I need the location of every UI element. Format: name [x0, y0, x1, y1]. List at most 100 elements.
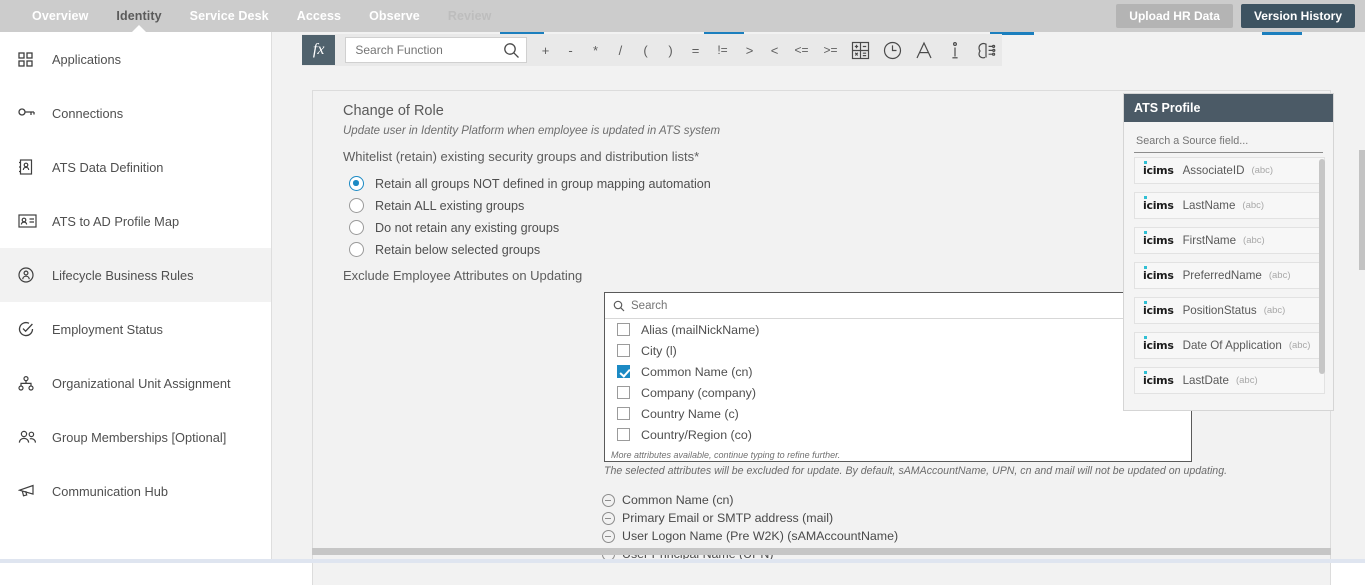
- nav-item-access[interactable]: Access: [283, 0, 355, 32]
- org-tree-icon: [18, 373, 42, 393]
- icims-logo-icon: icims: [1143, 304, 1174, 317]
- ats-field-item[interactable]: icims LastName (abc): [1134, 192, 1325, 219]
- operator-less-equal-button[interactable]: <=: [787, 37, 816, 63]
- sidebar-item-applications[interactable]: Applications: [0, 32, 271, 86]
- ats-field-item[interactable]: icims FirstName (abc): [1134, 227, 1325, 254]
- nav-item-overview[interactable]: Overview: [18, 0, 102, 32]
- radio-label: Retain ALL existing groups: [375, 199, 524, 213]
- nav-item-review[interactable]: Review: [434, 0, 506, 32]
- scrollbar-thumb[interactable]: [312, 548, 1331, 555]
- selected-attribute-item[interactable]: Common Name (cn): [602, 491, 898, 509]
- sidebar-item-ats-data-definition[interactable]: ATS Data Definition: [0, 140, 271, 194]
- operator-divide-button[interactable]: /: [608, 37, 633, 63]
- operator-plus-button[interactable]: +: [533, 37, 558, 63]
- text-icon[interactable]: [908, 36, 939, 64]
- ats-source-search-box[interactable]: [1134, 131, 1323, 153]
- radio-retain-not-defined[interactable]: Retain all groups NOT defined in group m…: [349, 176, 711, 191]
- ats-field-item[interactable]: icims PositionStatus (abc): [1134, 297, 1325, 324]
- info-icon[interactable]: [939, 36, 970, 64]
- ats-field-name: LastDate: [1183, 374, 1229, 387]
- attribute-option[interactable]: Common Name (cn): [605, 361, 1191, 382]
- sidebar-item-connections[interactable]: Connections: [0, 86, 271, 140]
- radio-retain-selected[interactable]: Retain below selected groups: [349, 242, 540, 257]
- ai-brain-icon[interactable]: [971, 36, 1002, 64]
- nav-item-label: Identity: [116, 9, 161, 23]
- version-history-button[interactable]: Version History: [1241, 4, 1355, 28]
- nav-item-service-desk[interactable]: Service Desk: [176, 0, 283, 32]
- operator-multiply-button[interactable]: *: [583, 37, 608, 63]
- remove-icon[interactable]: [602, 512, 615, 525]
- selected-attribute-item[interactable]: Primary Email or SMTP address (mail): [602, 509, 898, 527]
- operator-minus-button[interactable]: -: [558, 37, 583, 63]
- top-navigation-bar: Overview Identity Service Desk Access Ob…: [0, 0, 1365, 32]
- sidebar-item-lifecycle-business-rules[interactable]: Lifecycle Business Rules: [0, 248, 271, 302]
- operator-equals-button[interactable]: =: [683, 37, 708, 63]
- nav-item-observe[interactable]: Observe: [355, 0, 434, 32]
- radio-retain-none[interactable]: Do not retain any existing groups: [349, 220, 559, 235]
- clock-icon[interactable]: [876, 36, 907, 64]
- card-title: Change of Role: [343, 103, 444, 119]
- sidebar-item-label: Group Memberships [Optional]: [52, 430, 226, 445]
- attribute-picker: Alias (mailNickName) City (l) Common Nam…: [604, 292, 1192, 462]
- attribute-option[interactable]: City (l): [605, 340, 1191, 361]
- nav-actions: Upload HR Data Version History: [1116, 0, 1355, 32]
- operator-close-paren-button[interactable]: ): [658, 37, 683, 63]
- sidebar-item-ats-to-ad-profile-map[interactable]: ATS to AD Profile Map: [0, 194, 271, 248]
- radio-retain-all[interactable]: Retain ALL existing groups: [349, 198, 524, 213]
- remove-icon[interactable]: [602, 494, 615, 507]
- attribute-option[interactable]: Company (company): [605, 382, 1191, 403]
- ats-field-item[interactable]: icims Date Of Application (abc): [1134, 332, 1325, 359]
- search-icon[interactable]: [503, 42, 520, 59]
- icims-logo-icon: icims: [1143, 269, 1174, 282]
- attribute-option[interactable]: Alias (mailNickName): [605, 319, 1191, 340]
- card-subtitle: Update user in Identity Platform when em…: [343, 125, 720, 137]
- radio-indicator: [349, 242, 364, 257]
- picker-hint-text: More attributes available, continue typi…: [611, 450, 844, 460]
- formula-toolbar: fx + - * / ( ) = != > < <= >=: [302, 34, 1002, 66]
- card-horizontal-scrollbar[interactable]: [312, 548, 1331, 555]
- attribute-option[interactable]: Country/Region (co): [605, 424, 1191, 445]
- id-card-icon: [18, 211, 42, 231]
- megaphone-icon: [18, 481, 42, 501]
- ats-source-search-input[interactable]: [1134, 134, 1323, 148]
- ats-field-name: AssociateID: [1183, 164, 1245, 177]
- selected-attribute-item[interactable]: User Logon Name (Pre W2K) (sAMAccountNam…: [602, 527, 898, 545]
- window-bottom-strip: [0, 559, 1365, 563]
- ats-list-scrollbar[interactable]: [1319, 159, 1325, 374]
- attribute-search-input[interactable]: [629, 299, 1149, 313]
- ats-field-item[interactable]: icims PreferredName (abc): [1134, 262, 1325, 289]
- operator-greater-equal-button[interactable]: >=: [816, 37, 845, 63]
- nav-item-label: Observe: [369, 9, 420, 23]
- radio-label: Retain all groups NOT defined in group m…: [375, 177, 711, 191]
- upload-hr-data-button[interactable]: Upload HR Data: [1116, 4, 1233, 28]
- operator-open-paren-button[interactable]: (: [633, 37, 658, 63]
- function-search-box[interactable]: [345, 37, 527, 63]
- operator-greater-than-button[interactable]: >: [737, 37, 762, 63]
- ats-field-item[interactable]: icims AssociateID (abc): [1134, 157, 1325, 184]
- grid-icon: [18, 49, 42, 69]
- exclude-note: The selected attributes will be excluded…: [604, 465, 1227, 477]
- function-search-input[interactable]: [353, 39, 503, 61]
- sidebar-item-label: Applications: [52, 52, 121, 67]
- operator-less-than-button[interactable]: <: [762, 37, 787, 63]
- attribute-option[interactable]: Country Name (c): [605, 403, 1191, 424]
- ats-field-name: PositionStatus: [1183, 304, 1257, 317]
- sidebar-item-group-memberships[interactable]: Group Memberships [Optional]: [0, 410, 271, 464]
- calculator-icon[interactable]: [845, 36, 876, 64]
- sidebar-item-organizational-unit-assignment[interactable]: Organizational Unit Assignment: [0, 356, 271, 410]
- ats-field-type: (abc): [1269, 270, 1291, 281]
- nav-item-identity[interactable]: Identity: [102, 0, 175, 32]
- remove-icon[interactable]: [602, 530, 615, 543]
- scrollbar-thumb[interactable]: [1359, 150, 1365, 270]
- exclude-attributes-label: Exclude Employee Attributes on Updating: [343, 268, 582, 283]
- ats-field-type: (abc): [1251, 165, 1273, 176]
- ats-field-name: LastName: [1183, 199, 1236, 212]
- ats-field-item[interactable]: icims LastDate (abc): [1134, 367, 1325, 394]
- person-circle-icon: [18, 265, 42, 285]
- page-scrollbar[interactable]: [1359, 32, 1365, 563]
- operator-not-equals-button[interactable]: !=: [708, 37, 737, 63]
- ats-profile-panel: ATS Profile icims AssociateID (abc) icim…: [1123, 93, 1334, 411]
- sidebar-item-communication-hub[interactable]: Communication Hub: [0, 464, 271, 518]
- sidebar-item-employment-status[interactable]: Employment Status: [0, 302, 271, 356]
- attribute-search-box[interactable]: [605, 293, 1191, 319]
